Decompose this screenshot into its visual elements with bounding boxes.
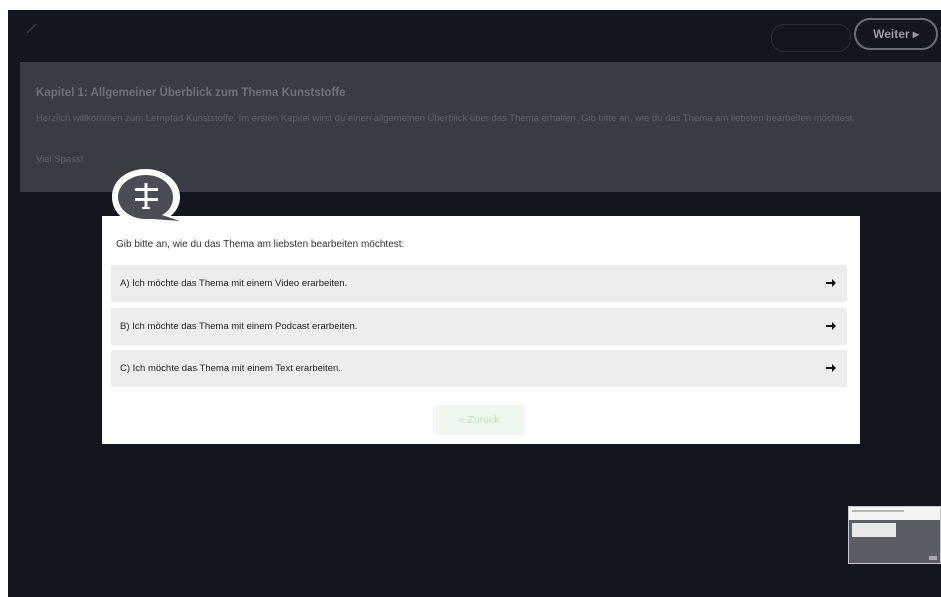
chapter-closing: Viel Spass!	[36, 154, 84, 165]
arrow-right-icon	[826, 279, 836, 287]
thumbnail-indicator	[929, 556, 937, 560]
dialog-question: Gib bitte an, wie du das Thema am liebst…	[116, 239, 405, 250]
pencil-icon[interactable]	[26, 22, 38, 34]
screen-thumbnail[interactable]	[848, 506, 941, 564]
signpost-icon	[112, 169, 194, 227]
option-podcast[interactable]: B) Ich möchte das Thema mit einem Podcas…	[111, 308, 847, 345]
thumbnail-document	[852, 523, 896, 537]
back-button[interactable]	[771, 24, 851, 52]
option-video[interactable]: A) Ich möchte das Thema mit einem Video …	[111, 265, 847, 302]
chapter-title: Kapitel 1: Allgemeiner Überblick zum The…	[36, 87, 346, 99]
chapter-intro: Herzlich willkommen zum Lernpfad Kunstst…	[36, 113, 856, 124]
app-window: Weiter ▸ Kapitel 1: Allgemeiner Überblic…	[8, 10, 941, 597]
choice-dialog: Gib bitte an, wie du das Thema am liebst…	[102, 216, 860, 444]
option-label: B) Ich möchte das Thema mit einem Podcas…	[120, 321, 358, 332]
arrow-right-icon	[826, 322, 836, 330]
next-button[interactable]: Weiter ▸	[854, 18, 938, 50]
arrow-right-icon	[826, 364, 836, 372]
zurueck-button[interactable]: « Zurück	[433, 405, 525, 435]
option-label: C) Ich möchte das Thema mit einem Text e…	[120, 363, 341, 374]
thumbnail-text-line	[852, 510, 904, 512]
option-text[interactable]: C) Ich möchte das Thema mit einem Text e…	[111, 350, 847, 387]
option-label: A) Ich möchte das Thema mit einem Video …	[120, 278, 348, 289]
thumbnail-titlebar	[849, 507, 940, 520]
